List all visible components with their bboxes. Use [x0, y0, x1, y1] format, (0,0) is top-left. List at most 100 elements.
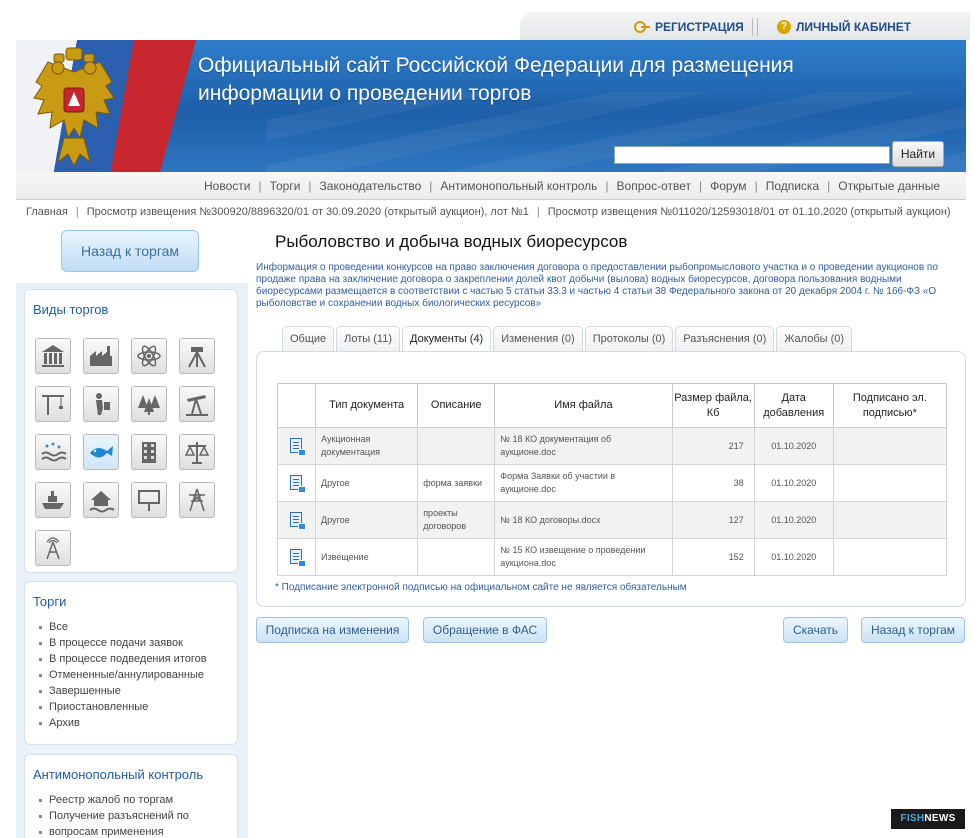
doc-description: [417, 427, 496, 465]
cabinet-label: ЛИЧНЫЙ КАБИНЕТ: [796, 20, 912, 34]
tab-bar: Общие Лоты (11) Документы (4) Изменения …: [282, 326, 853, 352]
nav-separator: |: [754, 179, 758, 193]
tab-complaints[interactable]: Жалобы (0): [776, 326, 853, 352]
crane-icon[interactable]: [35, 386, 71, 422]
site-header-banner: Официальный сайт Российской Федерации дл…: [16, 40, 966, 172]
tab-protocols[interactable]: Протоколы (0): [584, 326, 674, 352]
antimonopoly-item-clarifications[interactable]: Получение разъяснений по: [39, 808, 237, 824]
fish-icon[interactable]: [83, 434, 119, 470]
fishnews-watermark: FISHNEWS: [891, 809, 965, 829]
atom-icon[interactable]: [131, 338, 167, 374]
document-icon[interactable]: [289, 549, 306, 567]
house-flood-icon[interactable]: [83, 482, 119, 518]
billboard-icon[interactable]: [131, 482, 167, 518]
document-icon[interactable]: [289, 512, 306, 530]
tab-documents[interactable]: Документы (4): [402, 326, 492, 352]
nav-faq[interactable]: Вопрос-ответ: [617, 179, 691, 193]
oil-pump-icon[interactable]: [179, 386, 215, 422]
fas-appeal-button[interactable]: Обращение в ФАС: [423, 617, 547, 643]
torgi-item-archive[interactable]: Архив: [39, 715, 237, 731]
back-to-torgi-button-top[interactable]: Назад к торгам: [61, 230, 199, 272]
table-header: Дата добавления: [753, 383, 834, 428]
torgi-item-completed[interactable]: Завершенные: [39, 683, 237, 699]
document-icon[interactable]: [289, 438, 306, 456]
coat-of-arms-icon: [33, 47, 115, 168]
download-cell: [276, 464, 317, 502]
forest-icon[interactable]: [131, 386, 167, 422]
doc-signed: [832, 427, 948, 465]
doc-size: 127: [671, 501, 755, 539]
key-icon: [634, 21, 650, 33]
doc-filename[interactable]: № 18 КО документация об аукционе.doc: [494, 427, 673, 465]
auction-types-grid: [35, 338, 215, 566]
nav-separator: |: [698, 179, 703, 193]
table-header: Подписано эл. подписью*: [832, 383, 948, 428]
antimonopoly-title: Антимонопольный контроль: [33, 767, 204, 782]
nav-forum[interactable]: Форум: [710, 179, 746, 193]
nav-separator: |: [429, 179, 433, 193]
register-label: РЕГИСТРАЦИЯ: [655, 20, 744, 34]
torgi-list: Все В процессе подачи заявок В процессе …: [25, 609, 237, 731]
museum-icon[interactable]: [35, 338, 71, 374]
doc-date: 01.10.2020: [753, 501, 834, 539]
back-to-torgi-button[interactable]: Назад к торгам: [861, 617, 965, 643]
nav-legislation[interactable]: Законодательство: [320, 179, 422, 193]
antimonopoly-box: Антимонопольный контроль Реестр жалоб по…: [24, 754, 238, 838]
download-button[interactable]: Скачать: [783, 617, 848, 643]
search-button[interactable]: Найти: [892, 141, 944, 167]
document-icon[interactable]: [289, 475, 306, 493]
antimonopoly-item-complaints[interactable]: Реестр жалоб по торгам: [39, 792, 237, 808]
scales-icon[interactable]: [179, 434, 215, 470]
power-tower-icon[interactable]: [179, 482, 215, 518]
doc-filename[interactable]: Форма Заявки об участии в аукционе.doc: [494, 464, 673, 502]
breadcrumb-home[interactable]: Главная: [26, 206, 68, 218]
site-title-line2: информации о проведении торгов: [198, 82, 532, 105]
building-icon[interactable]: [131, 434, 167, 470]
question-icon: ?: [777, 20, 791, 34]
torgi-item-cancelled[interactable]: Отмененные/аннулированные: [39, 667, 237, 683]
nav-open-data[interactable]: Открытые данные: [838, 179, 940, 193]
tab-changes[interactable]: Изменения (0): [493, 326, 583, 352]
torgi-item-results[interactable]: В процессе подведения итогов: [39, 651, 237, 667]
radio-tower-icon[interactable]: [35, 530, 71, 566]
table-row: Другое форма заявки Форма Заявки об учас…: [276, 464, 948, 502]
table-row: Аукционная документация № 18 КО документ…: [276, 427, 948, 465]
doc-date: 01.10.2020: [753, 538, 834, 576]
ship-icon[interactable]: [35, 482, 71, 518]
doc-description: [417, 538, 496, 576]
breadcrumb-current: Просмотр извещения №011020/12593018/01 о…: [547, 206, 951, 218]
download-cell: [276, 427, 317, 465]
torgi-item-applications[interactable]: В процессе подачи заявок: [39, 635, 237, 651]
cabinet-link[interactable]: ? ЛИЧНЫЙ КАБИНЕТ: [777, 20, 911, 34]
doc-date: 01.10.2020: [753, 427, 834, 465]
download-cell: [276, 501, 317, 539]
download-cell: [276, 538, 317, 576]
torgi-item-suspended[interactable]: Приостановленные: [39, 699, 237, 715]
torgi-item-all[interactable]: Все: [39, 619, 237, 635]
documents-table: Тип документа Описание Имя файла Размер …: [276, 383, 948, 576]
antimonopoly-item-application[interactable]: вопросам применения: [39, 824, 237, 838]
worker-icon[interactable]: [83, 386, 119, 422]
nav-subscription[interactable]: Подписка: [766, 179, 819, 193]
tab-clarifications[interactable]: Разъяснения (0): [675, 326, 775, 352]
nav-torgi[interactable]: Торги: [270, 179, 301, 193]
intro-text: Информация о проведении конкурсов на пра…: [256, 262, 938, 309]
nav-news[interactable]: Новости: [204, 179, 250, 193]
nav-antimonopoly[interactable]: Антимонопольный контроль: [440, 179, 597, 193]
surveyor-icon[interactable]: [179, 338, 215, 374]
register-link[interactable]: РЕГИСТРАЦИЯ: [634, 20, 744, 34]
nav-separator: |: [605, 179, 609, 193]
tab-lots[interactable]: Лоты (11): [336, 326, 401, 352]
subscribe-changes-button[interactable]: Подписка на изменения: [256, 617, 409, 643]
tab-general[interactable]: Общие: [282, 326, 335, 352]
doc-filename[interactable]: № 18 КО договоры.docx: [494, 501, 673, 539]
water-icon[interactable]: [35, 434, 71, 470]
breadcrumb-notice-1[interactable]: Просмотр извещения №300920/8896320/01 от…: [87, 206, 529, 218]
doc-filename[interactable]: № 15 КО извещение о проведении аукциона.…: [494, 538, 673, 576]
factory-icon[interactable]: [83, 338, 119, 374]
table-header: Размер файла, Кб: [671, 383, 755, 428]
search-input[interactable]: [614, 146, 890, 164]
doc-size: 217: [671, 427, 755, 465]
top-navigation: Новости | Торги | Законодательство | Антимо…: [16, 172, 966, 200]
doc-type: Другое: [315, 501, 419, 539]
